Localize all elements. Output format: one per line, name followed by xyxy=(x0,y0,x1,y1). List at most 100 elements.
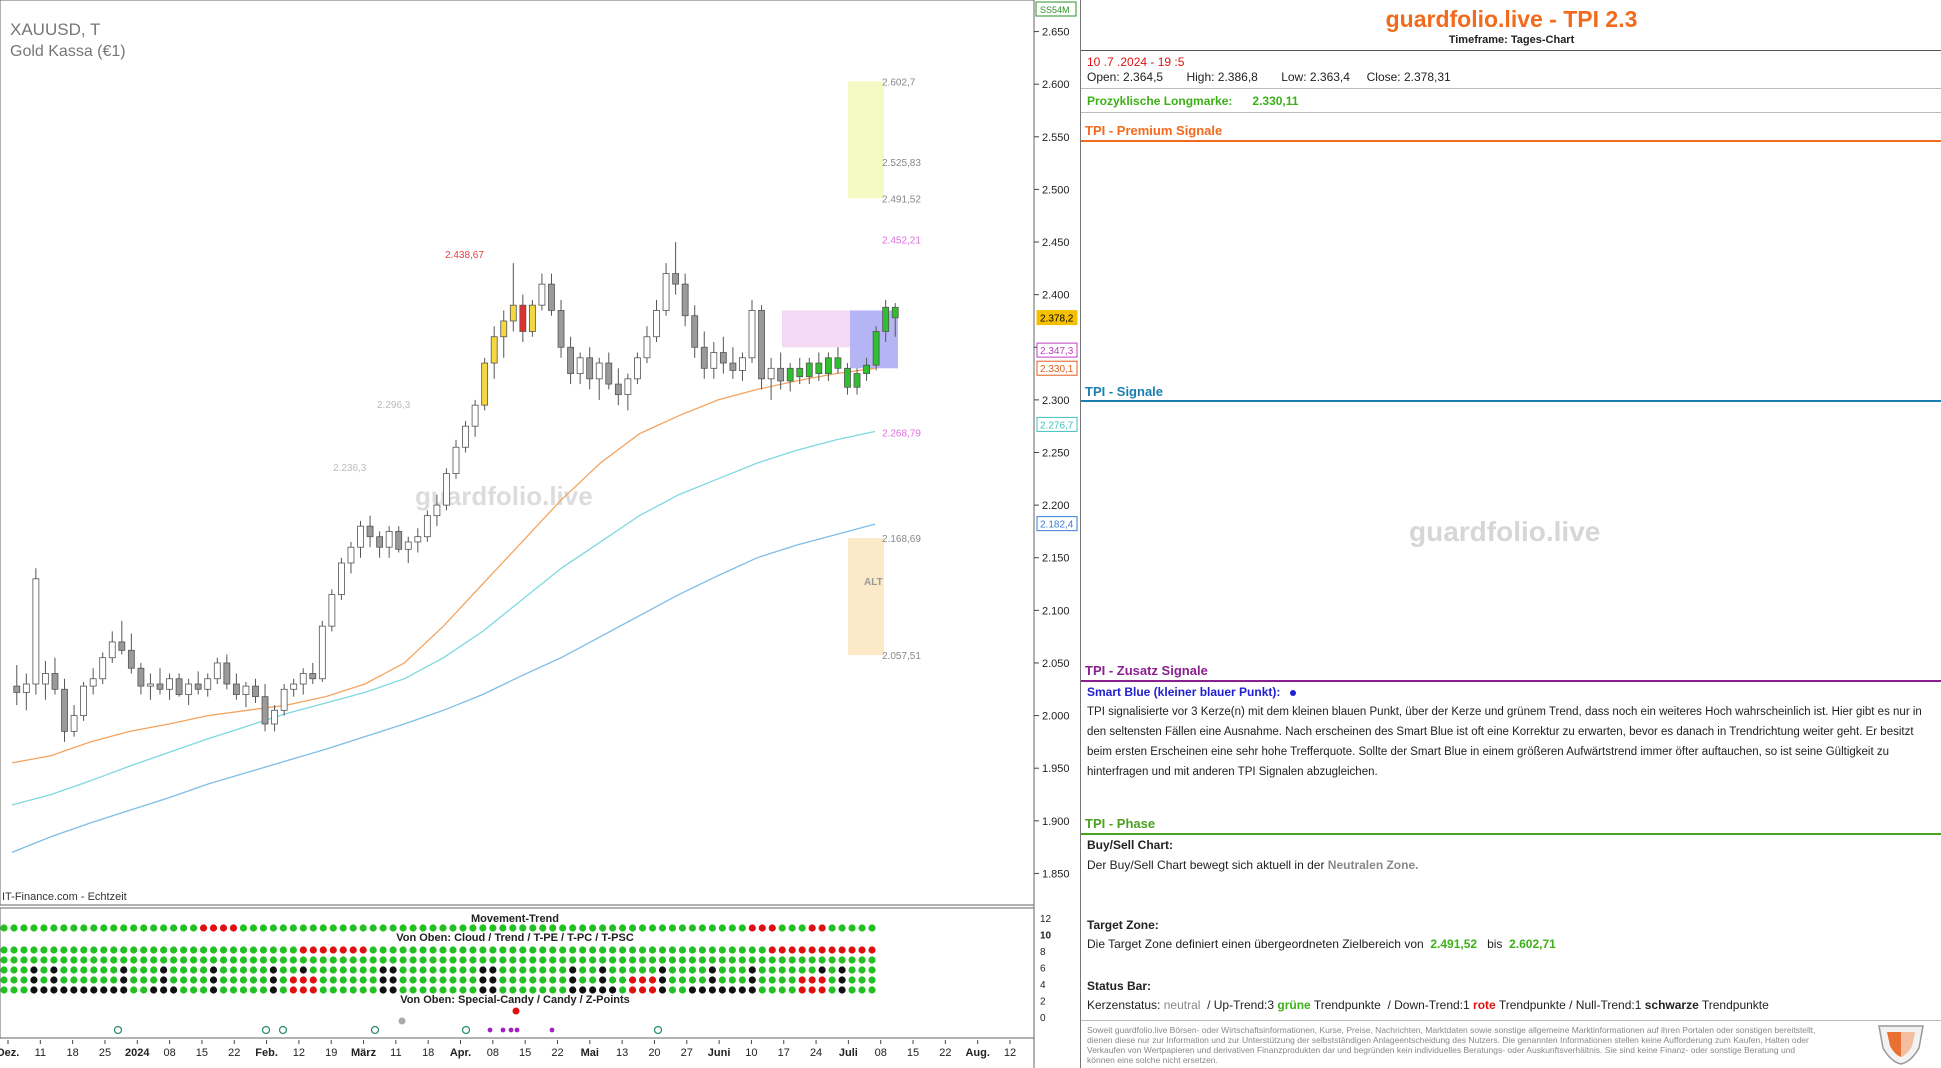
trend-dot xyxy=(90,986,98,994)
trend-dot xyxy=(120,956,128,964)
x-tick-label: 22 xyxy=(939,1047,951,1059)
x-tick-label: 12 xyxy=(293,1047,305,1059)
trend-dot xyxy=(718,946,726,954)
trend-dot xyxy=(110,986,118,994)
trend-dot xyxy=(459,976,467,984)
trend-dot xyxy=(718,976,726,984)
trend-dot xyxy=(499,986,507,994)
trend-y-tick-label: 10 xyxy=(1040,931,1052,942)
candle-body xyxy=(643,336,651,359)
trend-dot xyxy=(20,976,28,984)
trend-dot xyxy=(469,976,477,984)
trend-dot xyxy=(229,966,238,974)
candle-body xyxy=(443,473,450,506)
trend-dot xyxy=(788,924,796,932)
trend-dot xyxy=(170,966,178,974)
trend-dot xyxy=(130,946,138,954)
trend-dot xyxy=(150,956,158,964)
trend-dot xyxy=(599,946,607,954)
x-tick-label: 11 xyxy=(35,1047,46,1059)
trend-dot xyxy=(219,976,228,984)
x-tick-label: Dez. xyxy=(0,1047,19,1059)
x-tick-label: 12 xyxy=(1004,1047,1016,1059)
trend-dot xyxy=(658,956,667,964)
candle-body xyxy=(213,662,221,680)
status-prefix: Kerzenstatus: xyxy=(1087,998,1161,1012)
trend-dot xyxy=(708,976,716,984)
trend-dot xyxy=(519,924,527,932)
trend-dot xyxy=(399,976,407,984)
y-tick-label: 1.950 xyxy=(1042,763,1070,775)
candle-body xyxy=(433,504,441,517)
chart-panel: guardfolio.live 2.650 2.600 2.550 2.500 2.450… xyxy=(0,0,1080,1068)
trend-dot xyxy=(858,924,866,932)
candle-body xyxy=(815,362,823,374)
candle-body xyxy=(891,306,899,319)
trend-dot xyxy=(209,986,218,994)
x-tick-label: 20 xyxy=(648,1047,660,1059)
trend-dot xyxy=(569,966,577,974)
trend-dot xyxy=(140,924,148,932)
trend-dot xyxy=(339,986,347,994)
trend-dot xyxy=(40,956,48,964)
trend-dot xyxy=(60,946,68,954)
trend-dot xyxy=(40,966,48,974)
trend-dot xyxy=(10,956,18,964)
trend-dot xyxy=(449,924,457,932)
trend-dot xyxy=(569,986,577,994)
x-tick-label: Feb. xyxy=(255,1047,278,1059)
trend-dot xyxy=(130,924,138,932)
trend-dot xyxy=(658,966,667,974)
trend-y-tick-label: 8 xyxy=(1040,947,1046,958)
status-schwarze: schwarze xyxy=(1644,998,1699,1012)
candle-body xyxy=(80,685,88,716)
candle-body xyxy=(528,304,536,332)
candle-body xyxy=(13,685,21,693)
price-chart[interactable]: guardfolio.live2.6502.6002.5502.5002.450… xyxy=(0,0,1080,1068)
candle-body xyxy=(548,283,555,311)
trend-dot xyxy=(708,986,716,994)
trend-dot xyxy=(60,976,68,984)
trend-dot xyxy=(609,946,617,954)
y-tick-label: 2.150 xyxy=(1042,553,1070,565)
trend-dot xyxy=(618,946,627,954)
candle-body xyxy=(204,678,212,690)
trend-dot xyxy=(179,946,188,954)
trend-dot xyxy=(569,946,577,954)
trend-dot xyxy=(818,966,826,974)
trend-dot xyxy=(609,986,617,994)
trend-dot xyxy=(289,946,297,954)
trend-dot xyxy=(289,966,297,974)
y-tick-label: 1.850 xyxy=(1042,868,1070,880)
trend-dot xyxy=(40,986,48,994)
trend-dot xyxy=(140,986,148,994)
trend-dot xyxy=(559,966,567,974)
x-tick-label: 10 xyxy=(745,1047,757,1059)
trend-dot xyxy=(399,986,407,994)
trend-dot xyxy=(130,966,138,974)
trend-dot xyxy=(150,946,158,954)
trend-dot xyxy=(778,966,786,974)
candy-dot xyxy=(398,1017,406,1025)
trend-dot xyxy=(419,976,427,984)
trend-dot xyxy=(10,924,18,932)
trend-dot xyxy=(868,986,876,994)
trend-dot xyxy=(409,986,417,994)
candle-body xyxy=(834,357,842,369)
candle-body xyxy=(586,357,594,380)
trend-dot xyxy=(848,956,856,964)
trend-dot xyxy=(349,924,357,932)
trend-dot xyxy=(90,966,98,974)
trend-dot xyxy=(628,946,637,954)
trend-dot xyxy=(728,976,736,984)
trend-dot xyxy=(698,976,707,984)
x-tick-label: Juni xyxy=(708,1047,731,1059)
status-trendpunkte-1: Trendpunkte xyxy=(1313,998,1381,1012)
trend-dot xyxy=(728,946,736,954)
trend-dot xyxy=(728,966,736,974)
trend-dot xyxy=(549,946,557,954)
trend-dot xyxy=(150,924,158,932)
trend-dot xyxy=(30,966,38,974)
trend-dot xyxy=(349,956,357,964)
trend-dot xyxy=(309,986,317,994)
